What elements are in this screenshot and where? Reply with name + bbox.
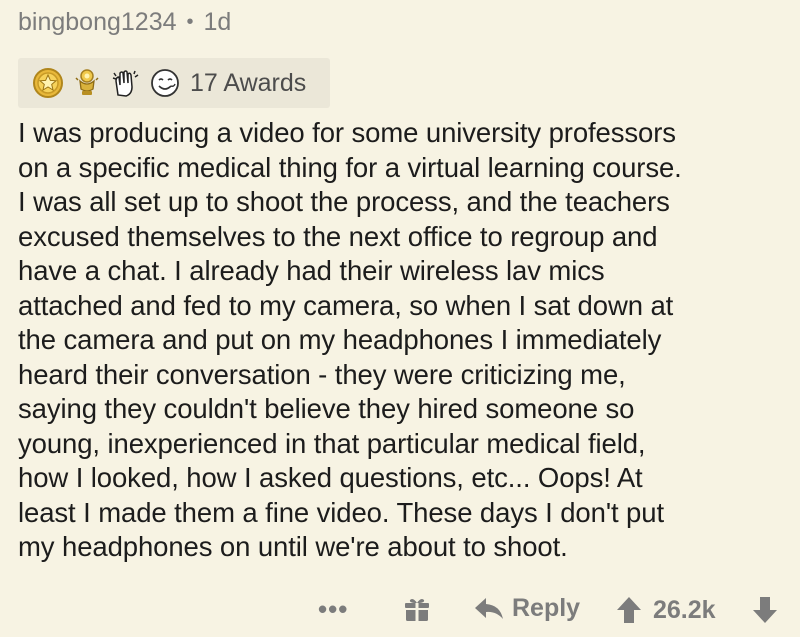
downvote-button[interactable] xyxy=(752,596,778,624)
clapping-hands-award-icon xyxy=(112,70,139,97)
username-link[interactable]: bingbong1234 xyxy=(18,8,177,37)
comment-header: bingbong1234 • 1d xyxy=(18,8,231,37)
meta-separator: • xyxy=(186,11,194,33)
upvote-button[interactable] xyxy=(616,596,642,624)
comment-age: 1d xyxy=(203,8,232,36)
awards-count: 17 Awards xyxy=(190,68,307,97)
gold-star-award-icon xyxy=(33,68,63,98)
silver-trophy-award-icon xyxy=(75,69,99,95)
give-award-button[interactable] xyxy=(403,596,431,624)
awards-bar[interactable]: 17 Awards xyxy=(18,58,330,108)
reply-arrow-icon xyxy=(475,597,503,619)
more-options-button[interactable]: ••• xyxy=(318,594,348,625)
comment-body: I was producing a video for some univers… xyxy=(18,117,682,562)
reply-button[interactable]: Reply xyxy=(474,594,580,623)
comment: bingbong1234 • 1d 17 Awards I was produc… xyxy=(0,0,800,637)
vote-score: 26.2k xyxy=(653,596,716,624)
reply-label: Reply xyxy=(512,594,581,622)
comment-actions: ••• Reply 26.2k xyxy=(0,590,800,634)
wholesome-face-award-icon xyxy=(151,69,179,97)
